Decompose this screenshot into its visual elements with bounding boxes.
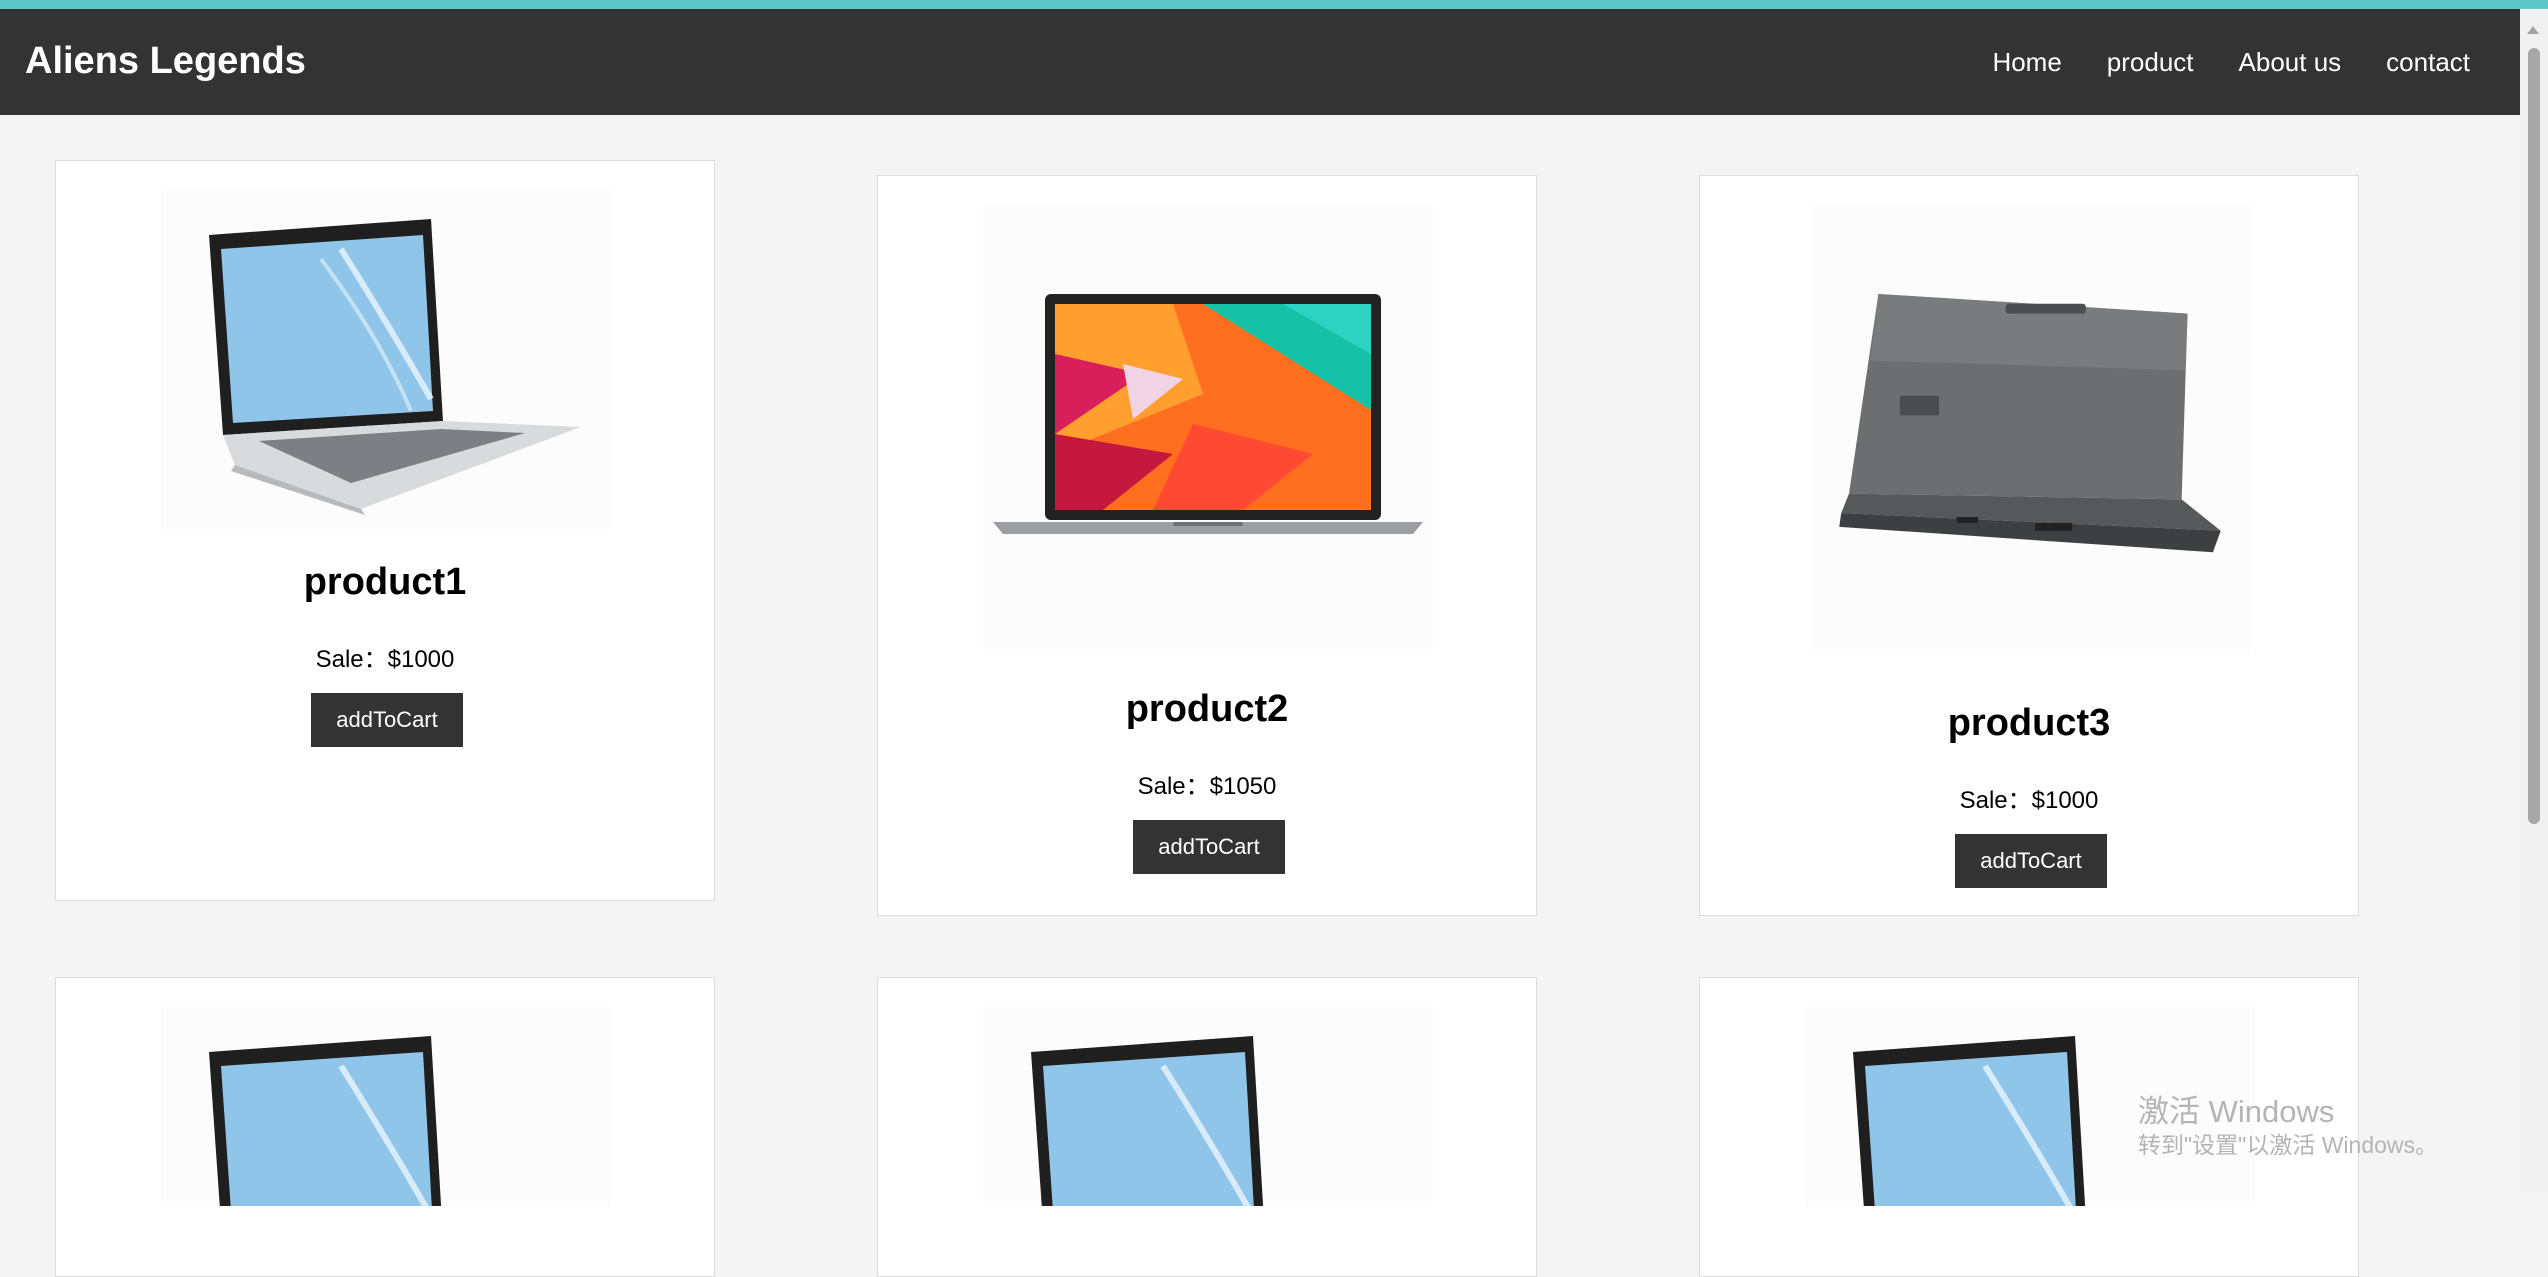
- scroll-up-arrow-icon[interactable]: [2527, 26, 2539, 34]
- windows-activation-watermark-subtitle: 转到"设置"以激活 Windows。: [2138, 1132, 2439, 1158]
- nav-links: Home product About us contact: [1992, 47, 2470, 78]
- product-card-1: product1 Sale：$1000 addToCart: [55, 160, 715, 901]
- product-title: product2: [1125, 688, 1289, 730]
- product-image-silver-laptop: [983, 1006, 1433, 1206]
- product-price: Sale：$1000: [1959, 787, 2099, 814]
- product-image-gray-laptop: [1809, 204, 2251, 654]
- add-to-cart-button[interactable]: addToCart: [1955, 834, 2107, 888]
- add-to-cart-button[interactable]: addToCart: [311, 693, 463, 747]
- windows-activation-watermark-title: 激活 Windows: [2138, 1094, 2335, 1129]
- product-card-3: product3 Sale：$1000 addToCart: [1699, 175, 2359, 916]
- product-image-silver-laptop: [161, 189, 611, 529]
- product-card-5: [877, 977, 1537, 1277]
- scrollbar-thumb[interactable]: [2528, 48, 2540, 824]
- navbar: Aliens Legends Home product About us con…: [0, 9, 2520, 115]
- nav-about-link[interactable]: About us: [2239, 47, 2342, 78]
- product-card-4: [55, 977, 715, 1277]
- nav-home-link[interactable]: Home: [1992, 47, 2061, 78]
- product-price: Sale：$1000: [315, 646, 455, 673]
- brand-logo-text[interactable]: Aliens Legends: [25, 40, 306, 83]
- nav-product-link[interactable]: product: [2107, 47, 2194, 78]
- product-image-silver-laptop: [161, 1006, 611, 1206]
- product-price: Sale：$1050: [1137, 773, 1277, 800]
- add-to-cart-button[interactable]: addToCart: [1133, 820, 1285, 874]
- top-accent-strip: [0, 0, 2548, 9]
- product-card-2: product2 Sale：$1050 addToCart: [877, 175, 1537, 916]
- product-image-colorful-laptop: [983, 204, 1433, 654]
- product-title: product1: [303, 561, 467, 603]
- product-title: product3: [1947, 702, 2111, 744]
- nav-contact-link[interactable]: contact: [2386, 47, 2470, 78]
